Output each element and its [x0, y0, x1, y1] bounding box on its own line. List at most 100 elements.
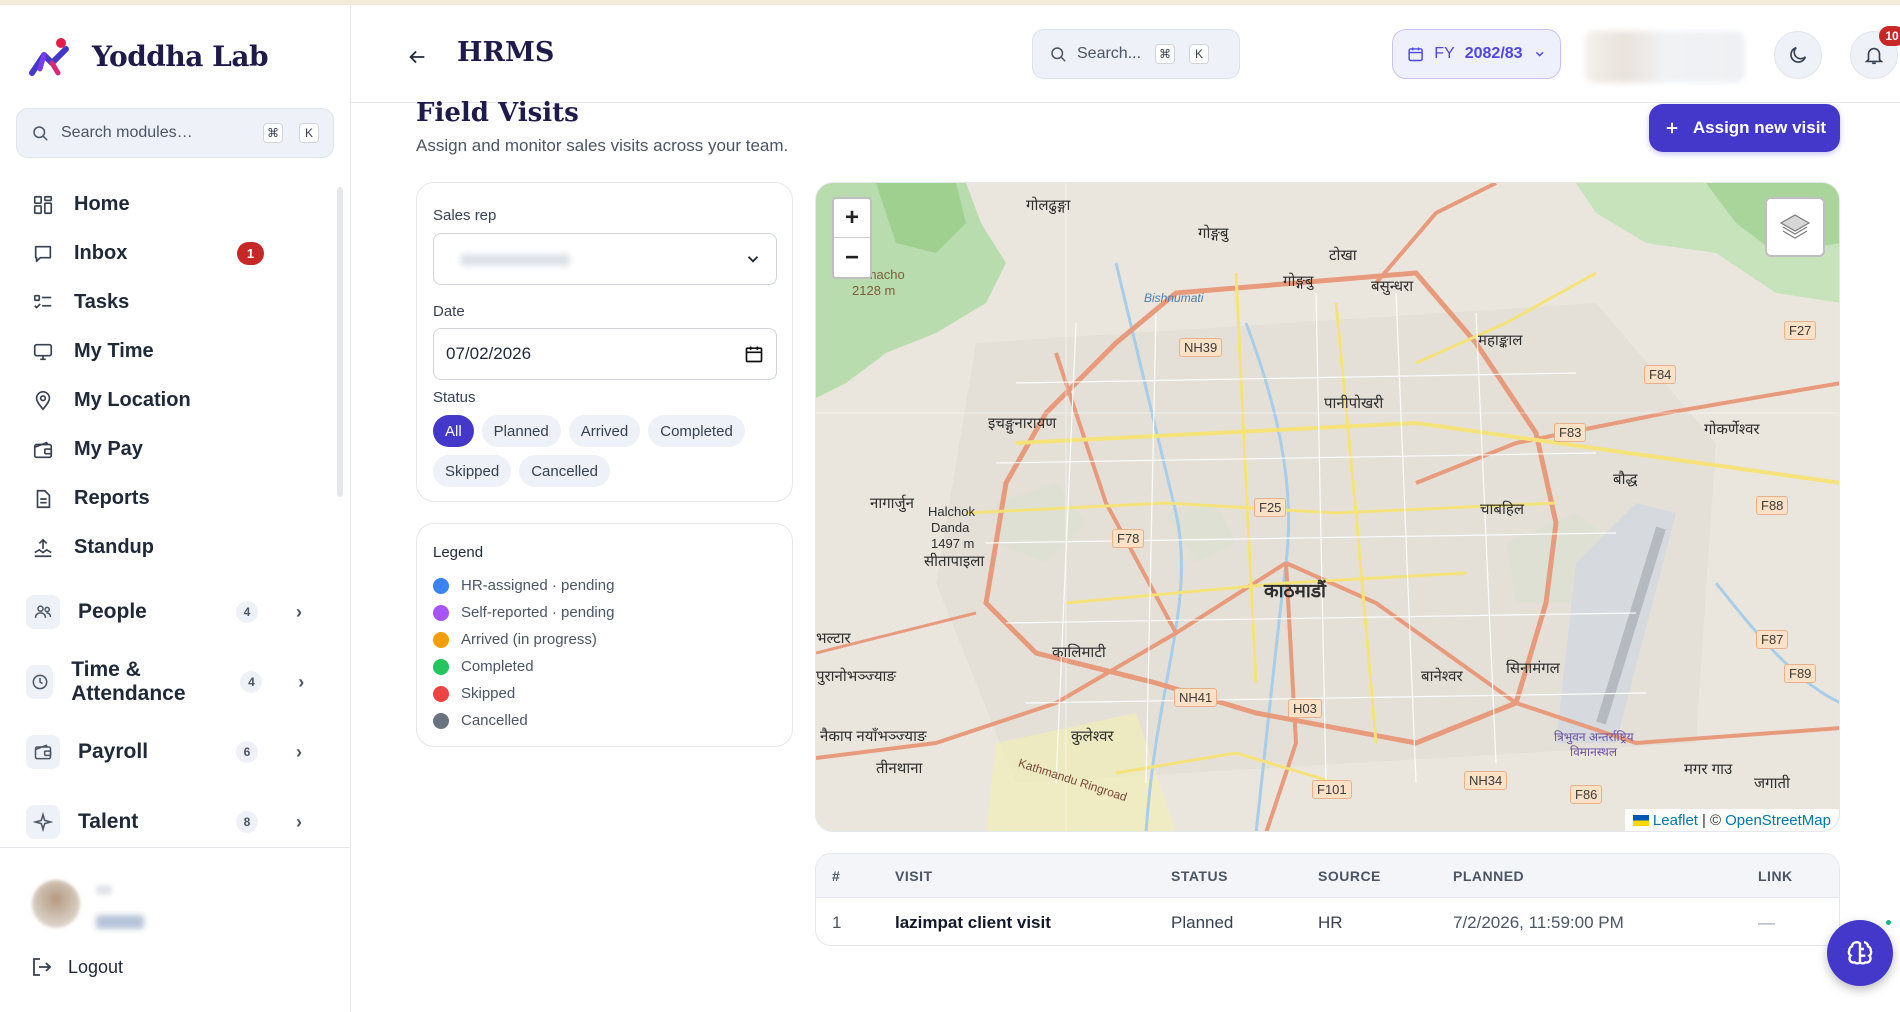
assistant-fab-button[interactable] — [1827, 920, 1893, 986]
status-chip-skipped[interactable]: Skipped — [433, 455, 512, 487]
legend-item-label: Skipped — [461, 685, 516, 702]
layers-button[interactable] — [1765, 197, 1825, 257]
zoom-in-button[interactable]: + — [834, 199, 870, 238]
search-icon — [33, 126, 48, 141]
chevron-down-icon — [1535, 51, 1544, 57]
sidebar-item-my-location[interactable]: My Location — [0, 376, 336, 425]
kbd-k: K — [299, 123, 319, 143]
leaflet-link[interactable]: Leaflet — [1653, 812, 1698, 829]
legend-dot — [433, 577, 449, 594]
road-shield: F87 — [1756, 630, 1789, 649]
sidebar-item-reports[interactable]: Reports — [0, 474, 336, 523]
row-number: 1 — [832, 912, 842, 932]
legend-item-label: Self-reported · pending — [461, 604, 615, 621]
road-shield: NH41 — [1174, 688, 1218, 707]
map-label: बौद्ध — [1613, 471, 1638, 488]
map-label: गोङ्गबु — [1198, 225, 1229, 242]
road-shield: F84 — [1644, 365, 1677, 384]
sidebar-scrollbar[interactable] — [337, 187, 343, 497]
chevron-right-icon: › — [296, 811, 302, 832]
user-role-redacted — [96, 915, 144, 929]
column-header: LINK — [1758, 867, 1793, 884]
road-shield: F25 — [1254, 498, 1287, 517]
map-label: मगर गाउ — [1684, 761, 1733, 778]
legend-item: Arrived (in progress) — [433, 626, 614, 653]
zoom-out-button[interactable]: − — [834, 238, 870, 277]
chevron-right-icon: › — [296, 741, 302, 762]
calendar-icon[interactable] — [744, 344, 764, 364]
legend-item-label: Completed — [461, 658, 534, 675]
inbox-icon — [30, 241, 56, 267]
profile-menu-redacted[interactable] — [1585, 31, 1745, 83]
legend-item: Skipped — [433, 680, 614, 707]
sidebar-item-my-time[interactable]: My Time — [0, 327, 336, 376]
location-pin-icon — [30, 388, 56, 414]
kbd-k: K — [1189, 44, 1210, 64]
date-input[interactable]: 07/02/2026 — [433, 328, 777, 380]
assign-new-visit-button[interactable]: Assign new visit — [1649, 104, 1840, 152]
road-shield: F83 — [1554, 423, 1587, 442]
legend-item: HR-assigned · pending — [433, 572, 614, 599]
sidebar-item-tasks[interactable]: Tasks — [0, 278, 336, 327]
notifications-button[interactable]: 10 — [1850, 26, 1900, 79]
avatar[interactable] — [32, 880, 80, 928]
global-search-input[interactable]: Search... ⌘ K — [1032, 29, 1240, 79]
wallet-icon — [26, 735, 60, 769]
app-title: HRMS — [457, 37, 555, 68]
wallet-icon — [30, 437, 56, 463]
map-label: सिनामंगल — [1506, 660, 1560, 677]
layers-icon — [1779, 214, 1811, 239]
map-label: नागार्जुन — [870, 495, 914, 512]
module-search-input[interactable]: Search modules… ⌘ K — [16, 108, 334, 158]
sales-rep-select[interactable] — [433, 233, 777, 285]
sidebar-group-talent[interactable]: Talent 8 › — [26, 802, 316, 842]
group-count-badge: 8 — [236, 811, 258, 833]
legend-item: Completed — [433, 653, 614, 680]
sidebar-item-home[interactable]: Home — [0, 180, 336, 229]
legend-dot — [433, 658, 449, 675]
road-shield: F27 — [1784, 321, 1817, 340]
legend-dot — [433, 712, 449, 729]
map-label: पुरानोभञ्ज्याङ — [816, 668, 896, 685]
brand[interactable]: Yoddha Lab — [28, 35, 269, 77]
map-label: गोङ्गबु — [1283, 273, 1314, 290]
sidebar-item-standup[interactable]: Standup — [0, 523, 336, 572]
status-chip-planned[interactable]: Planned — [481, 415, 561, 447]
sidebar-item-my-pay[interactable]: My Pay — [0, 425, 336, 474]
sidebar-group-payroll[interactable]: Payroll 6 › — [26, 732, 316, 772]
chevron-down-icon — [747, 256, 759, 263]
sidebar-group-people[interactable]: People 4 › — [26, 592, 316, 632]
visits-map[interactable]: गोलढुङ्गा गोङ्गबु टोखा गोङ्गबु बसुन्धरा … — [815, 182, 1840, 832]
sidebar-group-time-attendance[interactable]: Time & Attendance 4 › — [26, 658, 316, 705]
page-title: Field Visits — [416, 98, 579, 128]
status-chip-all[interactable]: All — [433, 415, 474, 447]
page-subtitle: Assign and monitor sales visits across y… — [416, 136, 789, 155]
map-label: नैकाप नयाँभञ्ज्याङ — [820, 728, 927, 745]
status-chip-arrived[interactable]: Arrived — [568, 415, 641, 447]
column-header: PLANNED — [1453, 867, 1525, 884]
road-shield: NH39 — [1179, 338, 1223, 357]
back-button[interactable] — [403, 43, 431, 71]
map-label: Bishnumati — [1144, 291, 1204, 305]
fy-value: 2082/83 — [1464, 45, 1523, 62]
status-chip-completed[interactable]: Completed — [648, 415, 745, 447]
search-icon — [1051, 47, 1066, 62]
logout-button[interactable]: Logout — [30, 955, 123, 979]
logout-icon — [33, 958, 52, 976]
map-label: बानेश्वर — [1421, 668, 1463, 685]
map-label: बसुन्धरा — [1371, 278, 1414, 295]
plus-icon — [1666, 122, 1678, 134]
sidebar-item-inbox[interactable]: Inbox 1 — [0, 229, 336, 278]
sales-rep-value-redacted — [460, 254, 570, 266]
legend-list: HR-assigned · pending Self-reported · pe… — [433, 572, 614, 734]
status-chip-cancelled[interactable]: Cancelled — [519, 455, 610, 487]
status-filter-chips: All Planned Arrived Completed Skipped Ca… — [433, 415, 773, 487]
fiscal-year-selector[interactable]: FY 2082/83 — [1392, 29, 1561, 79]
road-shield: H03 — [1288, 699, 1322, 718]
table-header: # VISIT STATUS SOURCE PLANNED LINK — [816, 854, 1839, 898]
table-row[interactable]: 1 lazimpat client visit Planned HR 7/2/2… — [816, 898, 1839, 945]
theme-toggle-button[interactable] — [1774, 31, 1822, 79]
map-label: कालिमाटी — [1052, 644, 1106, 661]
group-count-badge: 4 — [236, 601, 258, 623]
openstreetmap-link[interactable]: OpenStreetMap — [1725, 812, 1831, 829]
